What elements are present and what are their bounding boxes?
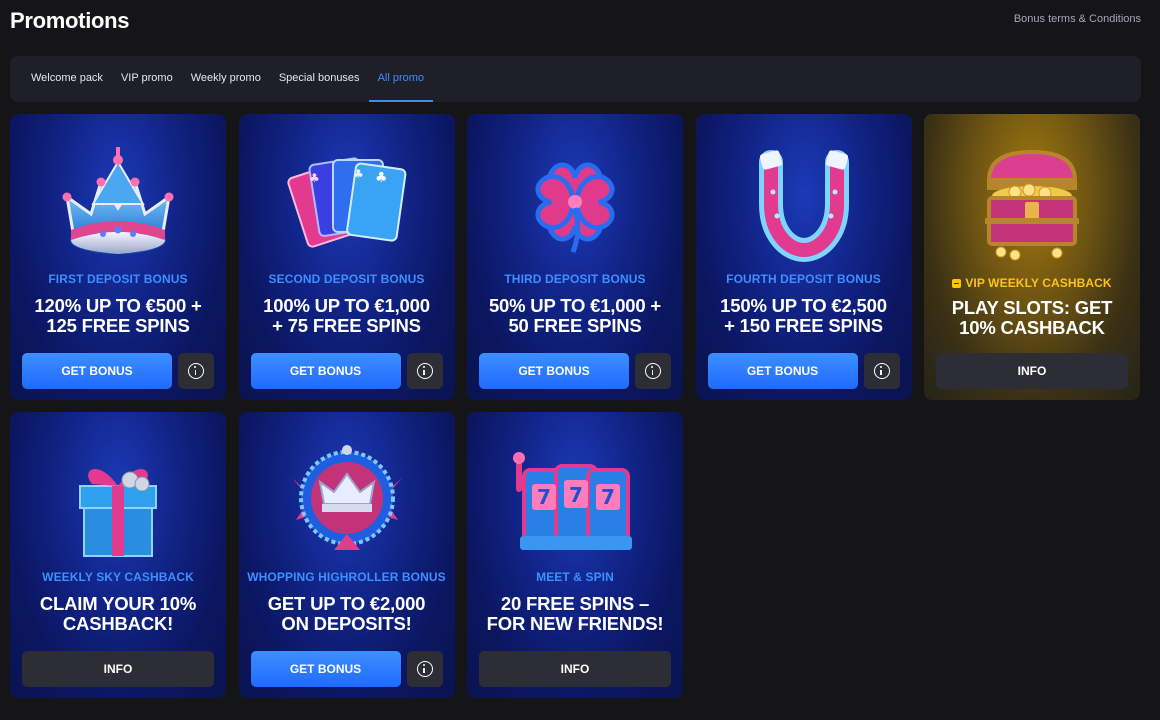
svg-text:7: 7 xyxy=(537,485,551,509)
promo-title: CLAIM YOUR 10% CASHBACK! xyxy=(39,593,197,634)
horseshoe-icon xyxy=(696,132,912,272)
promo-label: WEEKLY SKY CASHBACK xyxy=(42,570,194,584)
bonus-terms-link[interactable]: Bonus terms & Conditions xyxy=(1014,13,1141,25)
info-icon xyxy=(416,363,433,379)
svg-text:♣: ♣ xyxy=(353,167,364,181)
info-button[interactable] xyxy=(635,353,671,389)
svg-text:7: 7 xyxy=(601,485,615,509)
promo-label: VIP WEEKLY CASHBACK xyxy=(924,276,1140,290)
promo-label: SECOND DEPOSIT BONUS xyxy=(268,272,425,286)
get-bonus-button[interactable]: GET BONUS xyxy=(22,353,172,389)
promo-title: 120% UP TO €500 + 125 FREE SPINS xyxy=(34,295,202,336)
promo-card: THIRD DEPOSIT BONUS 50% UP TO €1,000 + 5… xyxy=(467,114,683,400)
promo-card-vip: VIP WEEKLY CASHBACK PLAY SLOTS: GET 10% … xyxy=(924,114,1140,400)
tab-weekly-promo[interactable]: Weekly promo xyxy=(182,56,270,102)
svg-text:♣: ♣ xyxy=(375,170,388,186)
gift-box-icon xyxy=(10,430,226,570)
promo-label: WHOPPING HIGHROLLER BONUS xyxy=(247,570,446,584)
cards-icon: ♣ ♣ ♣ xyxy=(239,132,455,272)
clover-icon xyxy=(467,132,683,272)
get-bonus-button[interactable]: GET BONUS xyxy=(479,353,629,389)
promo-card: WEEKLY SKY CASHBACK CLAIM YOUR 10% CASHB… xyxy=(10,412,226,698)
vip-badge-icon xyxy=(952,279,962,288)
promo-card: FOURTH DEPOSIT BONUS 150% UP TO €2,500 +… xyxy=(695,114,912,400)
info-icon xyxy=(873,363,890,379)
promo-label: FIRST DEPOSIT BONUS xyxy=(48,272,188,286)
promo-title: PLAY SLOTS: GET 10% CASHBACK xyxy=(951,297,1113,338)
info-button[interactable] xyxy=(406,353,443,389)
promo-card: FIRST DEPOSIT BONUS 120% UP TO €500 + 12… xyxy=(10,114,226,400)
promo-card: ♣ ♣ ♣ SECOND DEPOSIT BONUS 100% UP TO €1… xyxy=(238,114,455,400)
tab-all-promo[interactable]: All promo xyxy=(368,56,434,102)
info-button[interactable] xyxy=(178,353,214,389)
promo-card: WHOPPING HIGHROLLER BONUS GET UP TO €2,0… xyxy=(238,412,455,698)
highroller-crown-badge-icon xyxy=(239,430,455,570)
promo-title: 150% UP TO €2,500 + 150 FREE SPINS xyxy=(720,295,887,336)
svg-text:7: 7 xyxy=(569,483,583,507)
info-icon xyxy=(645,363,661,379)
promo-label: MEET & SPIN xyxy=(536,570,614,584)
promo-title: GET UP TO €2,000 ON DEPOSITS! xyxy=(267,593,426,634)
promo-title: 100% UP TO €1,000 + 75 FREE SPINS xyxy=(263,295,430,336)
slot-machine-icon: 7 7 7 xyxy=(467,430,683,570)
info-button[interactable]: INFO xyxy=(22,651,214,687)
get-bonus-button[interactable]: GET BONUS xyxy=(250,651,401,687)
get-bonus-button[interactable]: GET BONUS xyxy=(707,353,858,389)
promo-label: FOURTH DEPOSIT BONUS xyxy=(726,272,881,286)
treasure-chest-icon xyxy=(924,132,1140,272)
promo-title: 20 FREE SPINS – FOR NEW FRIENDS! xyxy=(486,593,664,634)
info-button[interactable] xyxy=(863,353,900,389)
info-button[interactable]: INFO xyxy=(479,651,671,687)
info-icon xyxy=(188,363,204,379)
svg-text:♣: ♣ xyxy=(309,171,320,185)
tab-vip-promo[interactable]: VIP promo xyxy=(112,56,182,102)
get-bonus-button[interactable]: GET BONUS xyxy=(250,353,401,389)
tab-special-bonuses[interactable]: Special bonuses xyxy=(270,56,369,102)
promo-tabs: Welcome pack VIP promo Weekly promo Spec… xyxy=(10,56,1141,102)
promo-grid: FIRST DEPOSIT BONUS 120% UP TO €500 + 12… xyxy=(10,114,1140,698)
promo-card: 7 7 7 MEET & SPIN 20 FREE SPINS – FOR NE… xyxy=(467,412,683,698)
promo-label: THIRD DEPOSIT BONUS xyxy=(504,272,646,286)
tab-welcome-pack[interactable]: Welcome pack xyxy=(22,56,112,102)
promo-title: 50% UP TO €1,000 + 50 FREE SPINS xyxy=(488,295,662,336)
info-icon xyxy=(416,661,433,677)
info-button[interactable]: INFO xyxy=(936,353,1128,389)
page-title: Promotions xyxy=(10,8,130,33)
info-button[interactable] xyxy=(406,651,443,687)
crown-icon xyxy=(10,132,226,272)
